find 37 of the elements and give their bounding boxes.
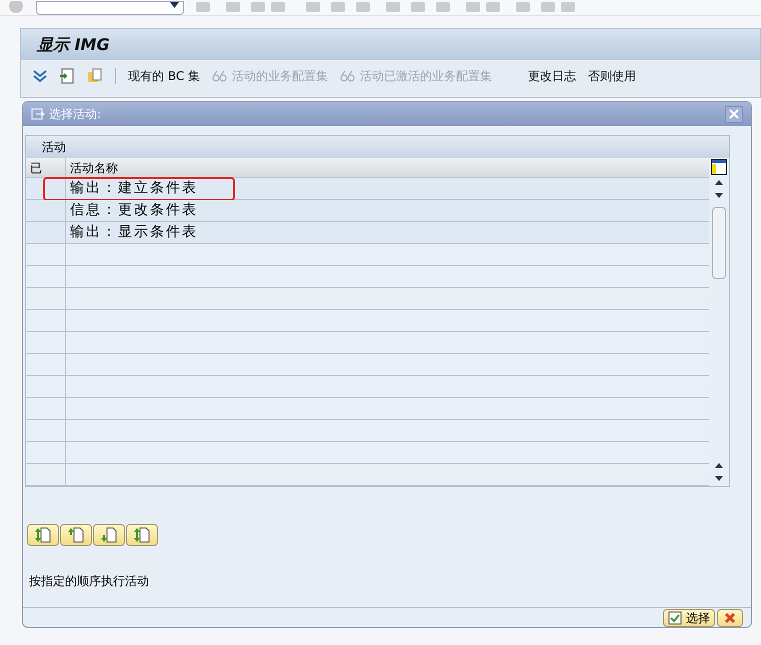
scroll-up-icon[interactable] xyxy=(714,462,724,470)
column-settings-icon[interactable] xyxy=(711,159,727,175)
double-chevron-icon[interactable] xyxy=(33,69,47,83)
cancel-button[interactable] xyxy=(717,608,743,626)
move-button[interactable] xyxy=(126,524,158,546)
column-header[interactable]: 已 xyxy=(26,158,66,177)
close-icon xyxy=(729,109,739,119)
table-cell[interactable]: 输出：建立条件表 xyxy=(66,178,202,199)
column-header[interactable]: 活动名称 xyxy=(66,158,122,177)
folder-document-icon[interactable] xyxy=(87,68,103,84)
select-button[interactable]: 选择 xyxy=(663,608,715,626)
dialog-title: 选择活动: xyxy=(49,106,102,123)
scrollbar-thumb[interactable] xyxy=(712,207,726,279)
scroll-down-icon[interactable] xyxy=(714,191,724,199)
table-cell[interactable]: 输出：显示条件表 xyxy=(66,222,202,243)
cancel-icon xyxy=(724,612,736,624)
hint-text: 按指定的顺序执行活动 xyxy=(29,573,150,590)
page-arrow-up-icon xyxy=(67,527,85,543)
select-icon xyxy=(668,610,682,624)
command-field[interactable] xyxy=(36,0,184,14)
page-arrow-down-icon xyxy=(100,527,118,543)
window-title: 显示 IMG xyxy=(37,34,110,56)
toolbar-button[interactable]: 否则使用 xyxy=(588,67,636,85)
group-header: 活动 xyxy=(26,136,729,158)
move-button[interactable] xyxy=(60,524,92,546)
table-cell[interactable]: 信息：更改条件表 xyxy=(66,200,202,221)
dialog-icon xyxy=(31,108,45,120)
scroll-up-icon[interactable] xyxy=(714,179,724,187)
toolbar-button[interactable]: 现有的 BC 集 xyxy=(128,67,200,85)
move-button[interactable] xyxy=(27,524,59,546)
scroll-down-icon[interactable] xyxy=(714,474,724,482)
move-button[interactable] xyxy=(93,524,125,546)
close-button[interactable] xyxy=(725,106,743,122)
toolbar-button[interactable]: 更改日志 xyxy=(528,67,576,85)
dropdown-icon[interactable] xyxy=(170,2,179,8)
page-arrows-icon xyxy=(34,527,52,543)
page-arrows-icon xyxy=(133,527,151,543)
